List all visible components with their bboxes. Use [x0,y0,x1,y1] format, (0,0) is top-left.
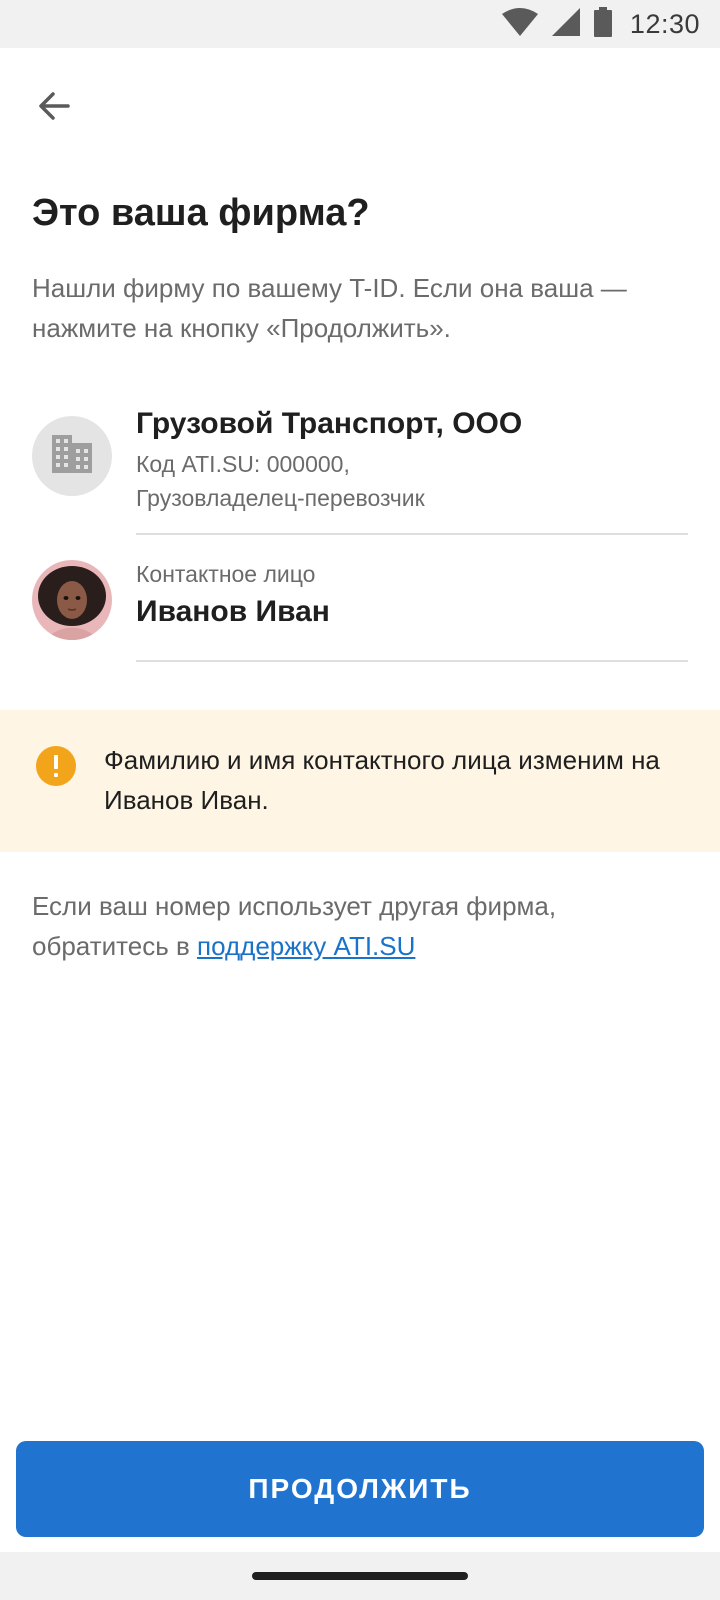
page-title: Это ваша фирма? [32,192,370,234]
arrow-back-icon [36,88,72,129]
company-info: Грузовой Транспорт, ООО Код ATI.SU: 0000… [136,400,688,514]
back-button[interactable] [24,78,84,138]
company-avatar [32,416,112,496]
contact-name: Иванов Иван [136,595,330,628]
page-subtitle: Нашли фирму по вашему T-ID. Если она ваш… [32,273,627,343]
warning-icon [36,746,76,786]
company-card: Грузовой Транспорт, ООО Код ATI.SU: 0000… [32,400,688,546]
home-indicator[interactable] [252,1572,468,1580]
company-name: Грузовой Транспорт, ООО [136,407,523,440]
contact-label: Контактное лицо [136,561,316,587]
continue-button[interactable]: ПРОДОЛЖИТЬ [16,1441,704,1537]
status-time: 12:30 [629,8,700,39]
contact-card: Контактное лицо Иванов Иван [32,558,688,658]
navigation-bar [0,1552,720,1600]
company-role: Грузовладелец-перевозчик [136,485,425,511]
status-bar: 12:30 [0,0,720,48]
divider [136,533,688,535]
warning-text: Фамилию и имя контактного лица изменим н… [104,745,660,815]
support-link[interactable]: поддержку ATI.SU [197,931,415,961]
wifi-icon [501,7,538,41]
status-icons: 12:30 [501,6,700,42]
avatar [32,560,112,640]
building-icon [52,434,92,478]
company-code: Код ATI.SU: 000000, [136,451,350,477]
warning-banner: Фамилию и имя контактного лица изменим н… [0,710,720,852]
battery-icon [593,6,612,42]
divider [136,660,688,662]
contact-info: Контактное лицо Иванов Иван [136,558,688,634]
signal-icon [551,7,580,41]
support-note: Если ваш номер использует другая фирма, … [32,886,692,966]
